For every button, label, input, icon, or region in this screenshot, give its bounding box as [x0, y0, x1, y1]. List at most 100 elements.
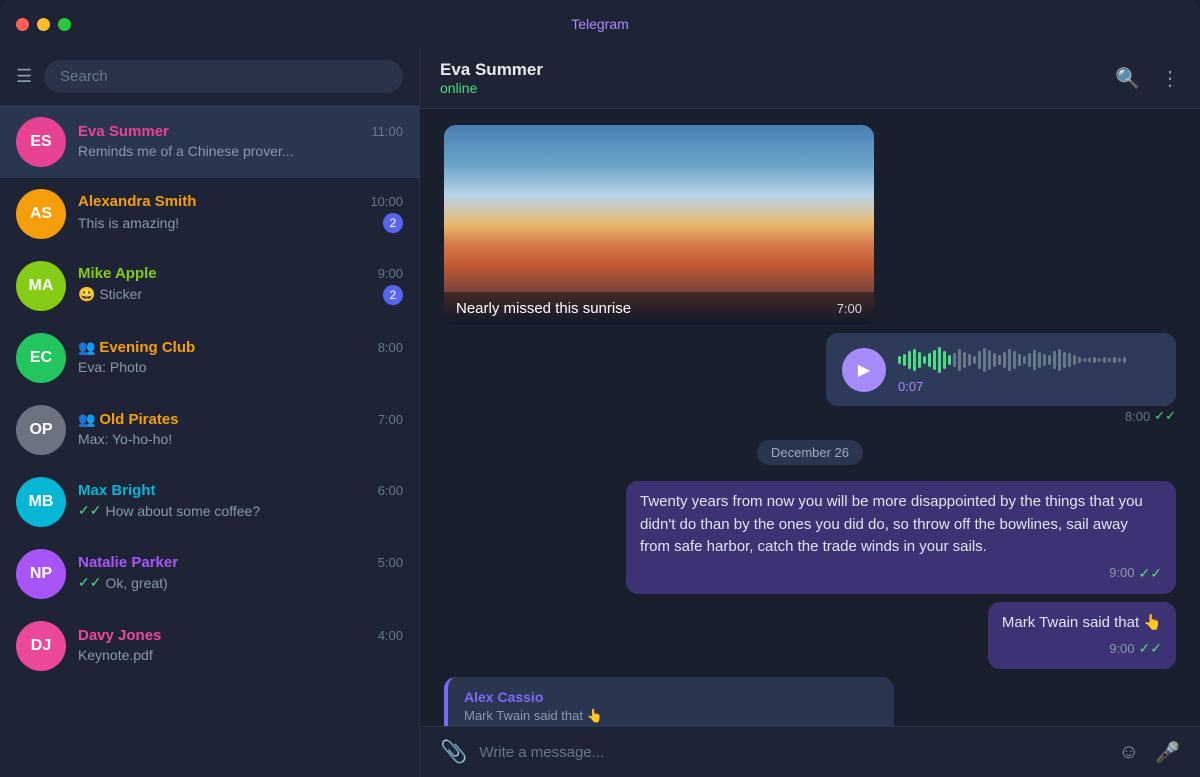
date-divider: December 26: [757, 440, 863, 465]
message-time: 9:00: [1109, 563, 1134, 583]
messages-container: Nearly missed this sunrise7:00▶0:078:00 …: [420, 109, 1200, 726]
minimize-button[interactable]: [37, 18, 50, 31]
maximize-button[interactable]: [58, 18, 71, 31]
chat-time: 6:00: [378, 483, 403, 498]
avatar: DJ: [16, 621, 66, 671]
chat-item-davy-jones[interactable]: DJ Davy Jones 4:00 Keynote.pdf: [0, 610, 419, 682]
contact-status: online: [440, 80, 543, 96]
message-time: 8:00: [1125, 409, 1150, 424]
chat-header-actions: 🔍 ⋮: [1115, 66, 1180, 91]
chat-time: 9:00: [378, 266, 403, 281]
chat-info: Natalie Parker 5:00 ✓✓ Ok, great): [78, 554, 403, 594]
chat-time: 4:00: [378, 628, 403, 643]
menu-icon[interactable]: ☰: [16, 66, 32, 87]
chat-item-evening-club[interactable]: EC 👥 Evening Club 8:00 Eva: Photo: [0, 322, 419, 394]
bubble-footer: 9:00 ✓✓: [1002, 638, 1162, 659]
traffic-lights: [16, 18, 71, 31]
chat-preview: Reminds me of a Chinese prover...: [78, 143, 294, 159]
avatar: MA: [16, 261, 66, 311]
chat-preview: ✓✓ How about some coffee?: [78, 502, 260, 519]
check-icon: ✓✓: [1154, 408, 1176, 424]
play-button[interactable]: ▶: [842, 348, 886, 392]
chat-name: Natalie Parker: [78, 554, 178, 571]
waveform: 0:07: [898, 345, 1160, 394]
chat-time: 11:00: [371, 124, 403, 139]
chat-item-max-bright[interactable]: MB Max Bright 6:00 ✓✓ How about some coffee…: [0, 466, 419, 538]
unread-badge: 2: [383, 285, 403, 305]
chat-name: Max Bright: [78, 482, 156, 499]
message-text: Twenty years from now you will be more d…: [640, 491, 1162, 559]
chat-info: 👥 Evening Club 8:00 Eva: Photo: [78, 339, 403, 378]
chat-item-alexandra-smith[interactable]: ASAlexandra Smith10:00This is amazing!2: [0, 178, 419, 250]
quote-bubble: Alex CassioMark Twain said that 👆Reminds…: [444, 677, 894, 726]
avatar: ES: [16, 117, 66, 167]
message-time: 9:00: [1109, 639, 1134, 659]
chat-preview: This is amazing!: [78, 215, 179, 231]
text-bubble: Mark Twain said that 👆 9:00 ✓✓: [988, 602, 1176, 670]
chat-item-mike-apple[interactable]: MAMike Apple9:00😀 Sticker2: [0, 250, 419, 322]
chat-time: 10:00: [370, 194, 403, 209]
chat-time: 8:00: [378, 340, 403, 355]
avatar: MB: [16, 477, 66, 527]
chat-area: Eva Summer online 🔍 ⋮ Nearly missed this…: [420, 48, 1200, 777]
chat-info: Alexandra Smith10:00This is amazing!2: [78, 193, 403, 236]
chat-info: Max Bright 6:00 ✓✓ How about some coffee?: [78, 482, 403, 522]
close-button[interactable]: [16, 18, 29, 31]
chat-time: 5:00: [378, 555, 403, 570]
sidebar: ☰ ES Eva Summer 11:00 Reminds me of a Chine…: [0, 48, 420, 777]
message-text: Mark Twain said that 👆: [1002, 612, 1162, 635]
app-title: Telegram: [571, 16, 629, 32]
voice-bubble: ▶ 0:07: [826, 333, 1176, 406]
quote-text: Mark Twain said that 👆: [464, 708, 878, 724]
text-message: Twenty years from now you will be more d…: [626, 481, 1176, 594]
avatar: NP: [16, 549, 66, 599]
chat-name: 👥 Evening Club: [78, 339, 195, 356]
check-double-icon: ✓✓: [1139, 563, 1162, 584]
image-time: 7:00: [837, 301, 862, 316]
chat-preview: Max: Yo-ho-ho!: [78, 431, 172, 447]
text-message: Mark Twain said that 👆 9:00 ✓✓: [988, 602, 1176, 670]
chat-item-natalie-parker[interactable]: NP Natalie Parker 5:00 ✓✓ Ok, great): [0, 538, 419, 610]
group-icon: 👥: [78, 339, 99, 355]
app-container: ☰ ES Eva Summer 11:00 Reminds me of a Chine…: [0, 48, 1200, 777]
more-icon[interactable]: ⋮: [1160, 66, 1180, 91]
titlebar: Telegram: [0, 0, 1200, 48]
voice-message: ▶ 0:07 8:00 ✓✓: [826, 333, 1176, 424]
attach-icon[interactable]: 📎: [440, 739, 467, 765]
contact-name: Eva Summer: [440, 60, 543, 80]
chat-name: Alexandra Smith: [78, 193, 196, 210]
microphone-icon[interactable]: 🎤: [1155, 740, 1180, 765]
chat-name: Mike Apple: [78, 265, 157, 282]
chat-header-info: Eva Summer online: [440, 60, 543, 96]
chat-list: ES Eva Summer 11:00 Reminds me of a Chinese…: [0, 106, 419, 777]
search-input[interactable]: [44, 60, 403, 93]
chat-preview: Keynote.pdf: [78, 647, 153, 663]
check-double-icon: ✓✓: [1139, 638, 1162, 659]
chat-item-eva-summer[interactable]: ES Eva Summer 11:00 Reminds me of a Chinese…: [0, 106, 419, 178]
bubble-footer: 9:00 ✓✓: [640, 563, 1162, 584]
chat-preview: Eva: Photo: [78, 359, 147, 375]
avatar: OP: [16, 405, 66, 455]
chat-preview: ✓✓ Ok, great): [78, 574, 168, 591]
chat-info: 👥 Old Pirates 7:00 Max: Yo-ho-ho!: [78, 411, 403, 450]
chat-item-old-pirates[interactable]: OP 👥 Old Pirates 7:00 Max: Yo-ho-ho!: [0, 394, 419, 466]
avatar: AS: [16, 189, 66, 239]
quote-author: Alex Cassio: [464, 689, 878, 705]
chat-header: Eva Summer online 🔍 ⋮: [420, 48, 1200, 109]
chat-info: Mike Apple9:00😀 Sticker2: [78, 265, 403, 308]
chat-name: 👥 Old Pirates: [78, 411, 179, 428]
message-input[interactable]: [479, 744, 1106, 761]
search-icon[interactable]: 🔍: [1115, 66, 1140, 91]
text-bubble: Twenty years from now you will be more d…: [626, 481, 1176, 594]
image-message: Nearly missed this sunrise 7:00: [444, 125, 874, 325]
voice-duration: 0:07: [898, 379, 923, 394]
chat-name: Davy Jones: [78, 627, 161, 644]
image-bubble[interactable]: Nearly missed this sunrise 7:00: [444, 125, 874, 325]
quote-message: Alex CassioMark Twain said that 👆Reminds…: [444, 677, 894, 726]
image-caption-text: Nearly missed this sunrise: [456, 300, 631, 317]
chat-info: Davy Jones 4:00 Keynote.pdf: [78, 627, 403, 666]
avatar: EC: [16, 333, 66, 383]
chat-time: 7:00: [378, 412, 403, 427]
chat-name: Eva Summer: [78, 123, 169, 140]
emoji-icon[interactable]: ☺: [1119, 741, 1139, 764]
